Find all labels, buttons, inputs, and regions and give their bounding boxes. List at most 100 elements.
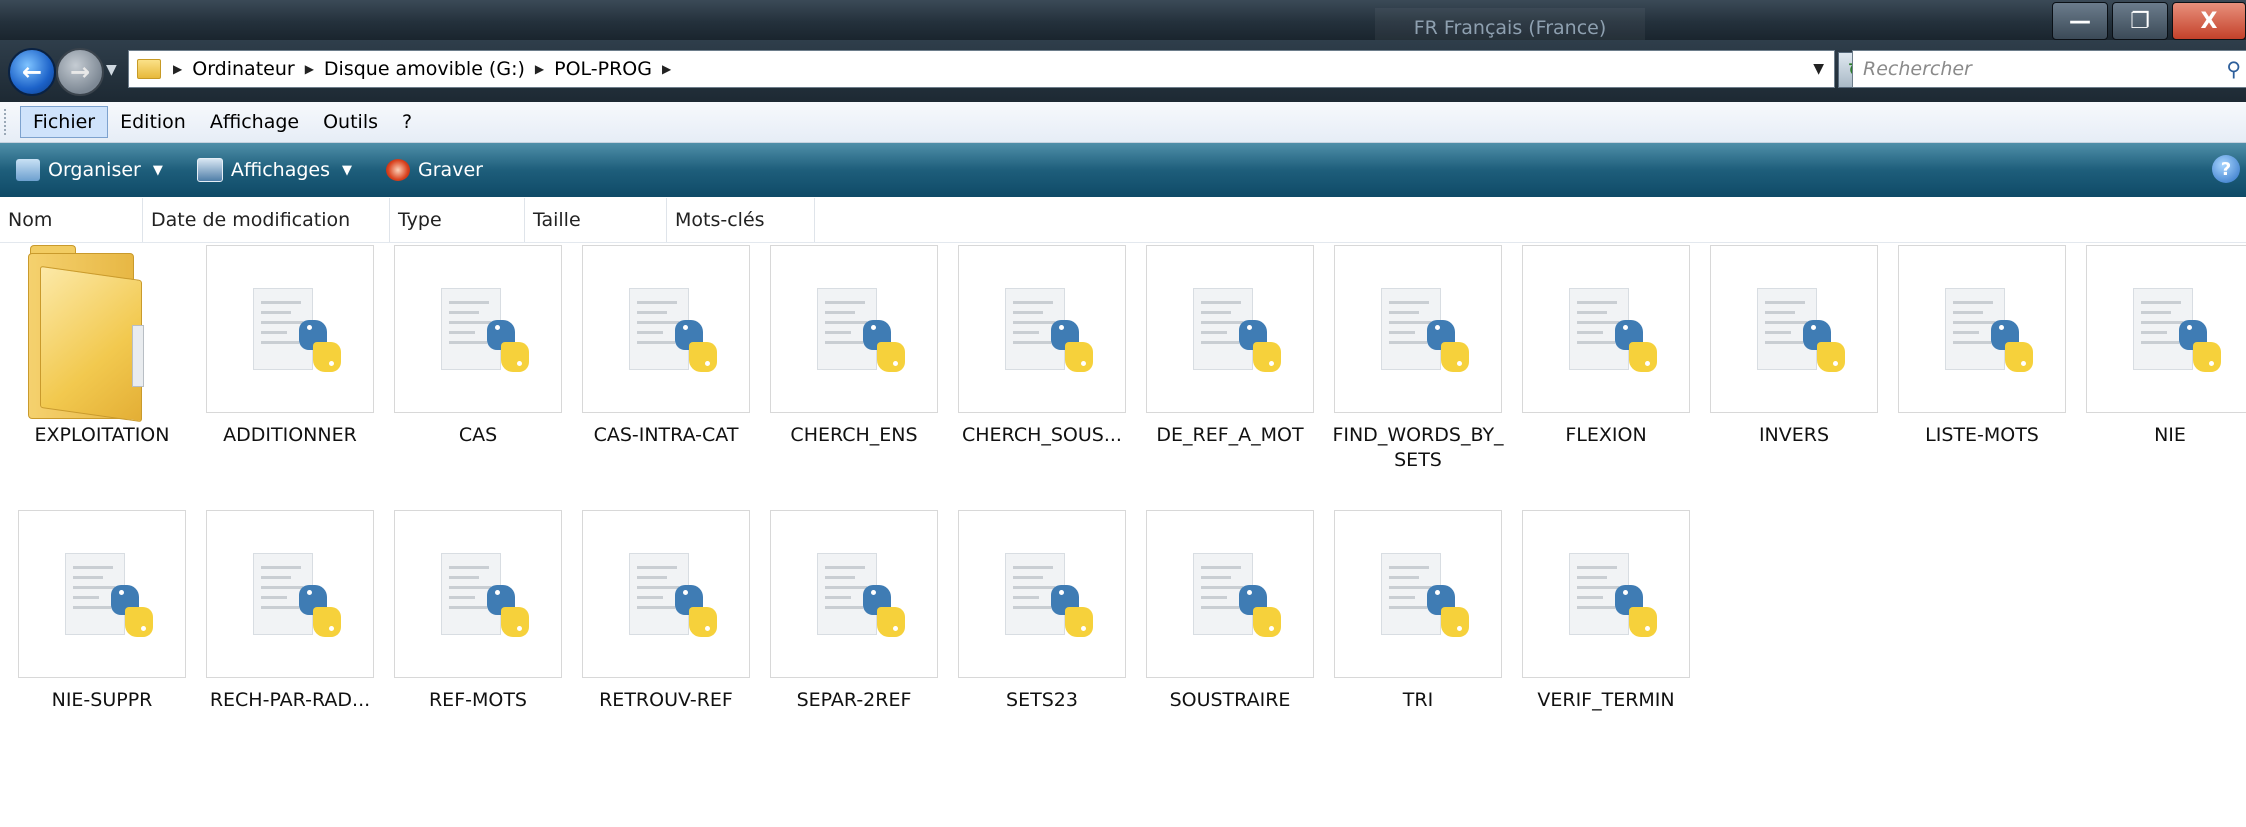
python-file-icon <box>1334 245 1502 413</box>
organiser-button[interactable]: Organiser ▼ <box>16 159 163 181</box>
file-label: SOUSTRAIRE <box>1169 689 1291 711</box>
file-label: TRI <box>1402 689 1434 711</box>
window-controls: — ❐ X <box>2052 2 2246 40</box>
column-nom[interactable]: Nom <box>0 198 143 242</box>
affichages-label: Affichages <box>230 159 331 181</box>
file-item[interactable]: SEPAR-2REF <box>766 510 942 730</box>
python-file-icon <box>770 510 938 678</box>
file-label: RECH-PAR-RAD... <box>209 689 371 711</box>
folder-item[interactable]: EXPLOITATION <box>14 245 190 465</box>
address-dropdown[interactable]: ▼ <box>1813 51 1824 87</box>
breadcrumb-item[interactable]: ▶ Ordinateur <box>173 58 295 80</box>
file-item[interactable]: REF-MOTS <box>390 510 566 730</box>
file-label: ADDITIONNER <box>223 424 357 446</box>
column-taille[interactable]: Taille <box>525 198 667 242</box>
file-item[interactable]: FLEXION <box>1518 245 1694 465</box>
file-label: SETS23 <box>1006 689 1078 711</box>
file-item[interactable]: CHERCH_SOUS... <box>954 245 1130 465</box>
close-button[interactable]: X <box>2172 2 2246 40</box>
title-bar: FR Français (France) — ❐ X <box>0 0 2246 48</box>
file-item[interactable]: NIE <box>2082 245 2246 465</box>
python-file-icon <box>582 510 750 678</box>
column-date[interactable]: Date de modification <box>143 198 390 242</box>
file-label: LISTE-MOTS <box>1925 424 2039 446</box>
back-arrow-icon: ← <box>21 58 43 86</box>
file-item[interactable]: NIE-SUPPR <box>14 510 190 730</box>
python-file-icon <box>2086 245 2246 413</box>
python-file-icon <box>958 245 1126 413</box>
search-icon[interactable]: ⚲ <box>2226 57 2241 81</box>
file-item[interactable]: INVERS <box>1706 245 1882 465</box>
python-file-icon <box>1522 245 1690 413</box>
file-label: VERIF_TERMIN <box>1537 689 1675 711</box>
column-mots-cles[interactable]: Mots-clés <box>667 198 815 242</box>
file-item[interactable]: CAS <box>390 245 566 465</box>
python-file-icon <box>1710 245 1878 413</box>
python-file-icon <box>958 510 1126 678</box>
address-bar[interactable]: ▶ Ordinateur ▶ Disque amovible (G:) ▶ POL-P… <box>128 50 1835 88</box>
chevron-down-icon: ▼ <box>152 162 163 178</box>
forward-button[interactable]: → <box>56 48 104 96</box>
file-label: CAS-INTRA-CAT <box>593 424 739 446</box>
burn-disc-icon <box>386 159 411 181</box>
chevron-right-icon: ▶ <box>304 62 314 76</box>
file-label: CHERCH_SOUS... <box>962 424 1122 446</box>
python-file-icon <box>1146 510 1314 678</box>
file-label: CAS <box>458 424 498 446</box>
graver-button[interactable]: Graver <box>386 159 483 181</box>
file-item[interactable]: CAS-INTRA-CAT <box>578 245 754 465</box>
python-file-icon <box>394 510 562 678</box>
file-label: FIND_WORDS_BY_ SETS <box>1332 424 1504 471</box>
maximize-button[interactable]: ❐ <box>2112 2 2168 40</box>
file-item[interactable]: RECH-PAR-RAD... <box>202 510 378 730</box>
column-type[interactable]: Type <box>390 198 525 242</box>
python-file-icon <box>206 510 374 678</box>
chevron-right-icon: ▶ <box>661 62 672 76</box>
recent-pages-dropdown[interactable]: ▼ <box>106 62 117 78</box>
forward-arrow-icon: → <box>69 58 91 86</box>
file-item[interactable]: FIND_WORDS_BY_ SETS <box>1330 245 1506 471</box>
menu-edition[interactable]: Edition <box>108 107 198 137</box>
file-label: RETROUV-REF <box>599 689 733 711</box>
chevron-right-icon: ▶ <box>173 62 183 76</box>
affichages-button[interactable]: Affichages ▼ <box>196 158 352 182</box>
file-item[interactable]: VERIF_TERMIN <box>1518 510 1694 730</box>
back-button[interactable]: ← <box>8 48 56 96</box>
file-label: INVERS <box>1758 424 1830 446</box>
menu-affichage[interactable]: Affichage <box>198 107 311 137</box>
search-placeholder: Rechercher <box>1863 58 1972 80</box>
file-item[interactable]: CHERCH_ENS <box>766 245 942 465</box>
python-file-icon <box>1334 510 1502 678</box>
file-item[interactable]: LISTE-MOTS <box>1894 245 2070 465</box>
folder-icon <box>137 59 161 79</box>
file-item[interactable]: ADDITIONNER <box>202 245 378 465</box>
folder-icon <box>28 245 148 423</box>
python-file-icon <box>582 245 750 413</box>
menu-help[interactable]: ? <box>390 107 424 137</box>
help-button[interactable]: ? <box>2212 155 2240 183</box>
breadcrumb-item[interactable]: ▶ Disque amovible (G:) <box>305 58 525 80</box>
file-label: NIE <box>2154 424 2186 446</box>
search-input[interactable]: Rechercher ⚲ <box>1852 50 2246 88</box>
menu-outils[interactable]: Outils <box>311 107 390 137</box>
file-label: NIE-SUPPR <box>51 689 153 711</box>
python-file-icon <box>1522 510 1690 678</box>
breadcrumb-expander[interactable]: ▶ <box>662 62 681 76</box>
column-header: Nom Date de modification Type Taille Mot… <box>0 198 2246 243</box>
menu-fichier[interactable]: Fichier <box>20 106 109 138</box>
python-file-icon <box>1898 245 2066 413</box>
file-item[interactable]: RETROUV-REF <box>578 510 754 730</box>
views-icon <box>196 158 223 182</box>
python-file-icon <box>394 245 562 413</box>
file-item[interactable]: SETS23 <box>954 510 1130 730</box>
file-label: DE_REF_A_MOT <box>1156 424 1304 446</box>
help-icon: ? <box>2220 158 2232 180</box>
graver-label: Graver <box>418 159 483 181</box>
address-row: ← → ▼ ▶ Ordinateur ▶ Disque amovible (G:) … <box>0 40 2246 102</box>
python-file-icon <box>18 510 186 678</box>
minimize-button[interactable]: — <box>2052 2 2108 40</box>
file-item[interactable]: TRI <box>1330 510 1506 730</box>
file-item[interactable]: SOUSTRAIRE <box>1142 510 1318 730</box>
file-item[interactable]: DE_REF_A_MOT <box>1142 245 1318 465</box>
breadcrumb-item[interactable]: ▶ POL-PROG <box>535 58 652 80</box>
